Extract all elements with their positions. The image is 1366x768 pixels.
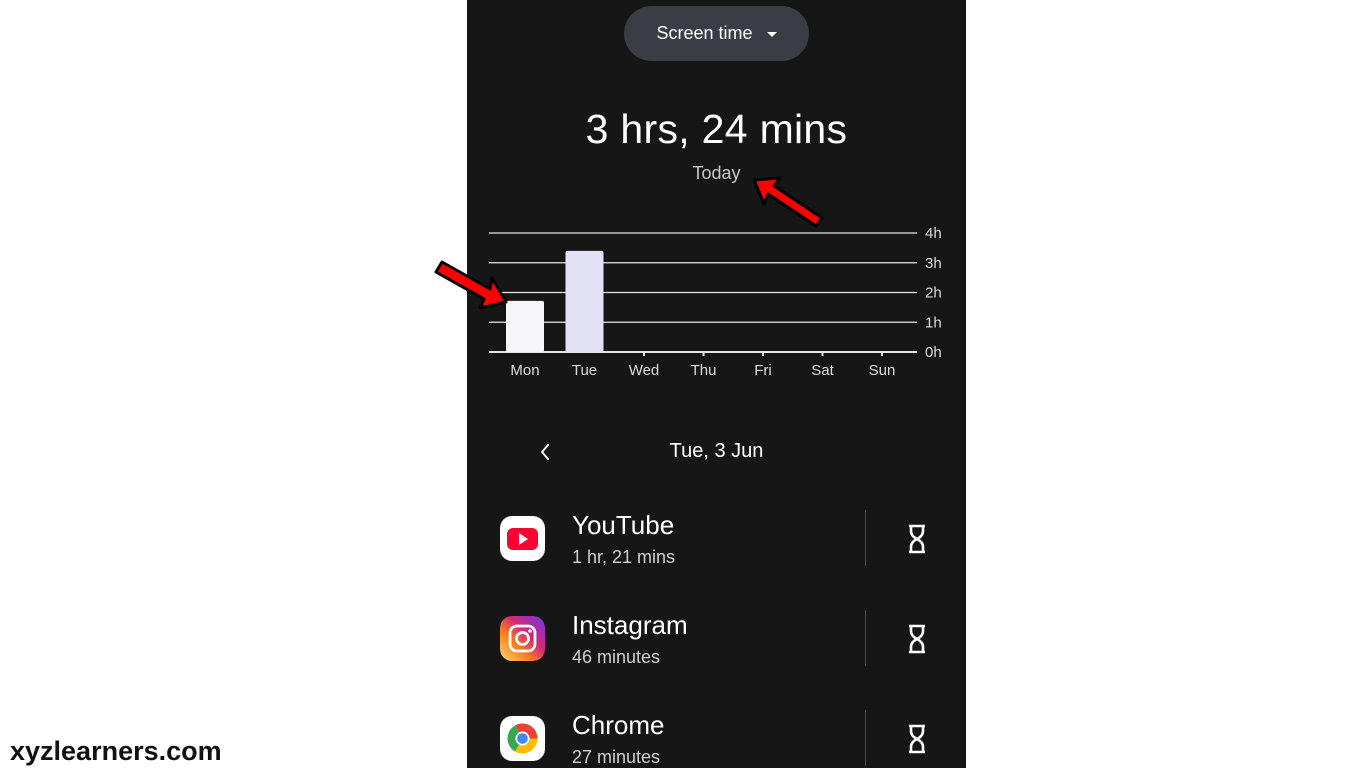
total-screen-time: 3 hrs, 24 mins [585, 106, 848, 152]
app-usage-time: 1 hr, 21 mins [572, 547, 676, 567]
app-usage-time: 46 minutes [572, 647, 661, 667]
x-tick-label: Sat [811, 362, 834, 379]
divider [865, 610, 866, 666]
x-tick-label: Sun [869, 362, 896, 379]
watermark: xyzlearners.com [10, 736, 222, 766]
period-label: Today [692, 163, 741, 183]
divider [865, 710, 866, 766]
screen-time-dropdown[interactable]: Screen time [624, 6, 809, 61]
y-tick-label: 0h [925, 344, 942, 361]
app-row-chrome[interactable]: Chrome 27 minutes [467, 700, 966, 768]
usage-bar-chart: 0h 1h 2h 3h 4h Mon Tue Wed Thu Fri Sat Sun [489, 225, 942, 379]
y-tick-label: 2h [925, 285, 942, 302]
app-row-instagram[interactable]: Instagram 46 minutes [467, 600, 966, 680]
y-tick-label: 1h [925, 314, 942, 331]
youtube-icon [500, 516, 545, 561]
app-timer-button[interactable] [899, 720, 935, 758]
date-label: Tue, 3 Jun [669, 440, 764, 462]
hourglass-icon [909, 724, 925, 754]
bar-tue[interactable] [565, 250, 604, 352]
phone-screen: Screen time 3 hrs, 24 mins Today 0h 1h 2h 3… [467, 0, 966, 768]
x-tick-label: Tue [572, 362, 597, 379]
date-navigation: Tue, 3 Jun [467, 434, 966, 470]
divider [865, 510, 866, 566]
app-timer-button[interactable] [899, 520, 935, 558]
app-timer-button[interactable] [899, 620, 935, 658]
app-name: Chrome [572, 710, 665, 740]
x-tick-label: Thu [691, 362, 717, 379]
app-name: Instagram [572, 610, 688, 640]
annotation-arrow-today [752, 176, 824, 228]
caret-down-icon [766, 32, 777, 37]
hourglass-icon [909, 624, 925, 654]
instagram-icon [500, 616, 545, 661]
hourglass-icon [909, 524, 925, 554]
dropdown-label: Screen time [656, 23, 753, 43]
annotation-arrow-monday-bar [434, 260, 508, 310]
app-name: YouTube [572, 510, 675, 540]
x-tick-label: Mon [510, 362, 539, 379]
y-tick-label: 4h [925, 225, 942, 242]
app-usage-time: 27 minutes [572, 747, 661, 767]
x-tick-label: Fri [754, 362, 772, 379]
chrome-icon [500, 716, 545, 761]
y-tick-label: 3h [925, 255, 942, 272]
app-row-youtube[interactable]: YouTube 1 hr, 21 mins [467, 500, 966, 580]
x-tick-label: Wed [629, 362, 660, 379]
